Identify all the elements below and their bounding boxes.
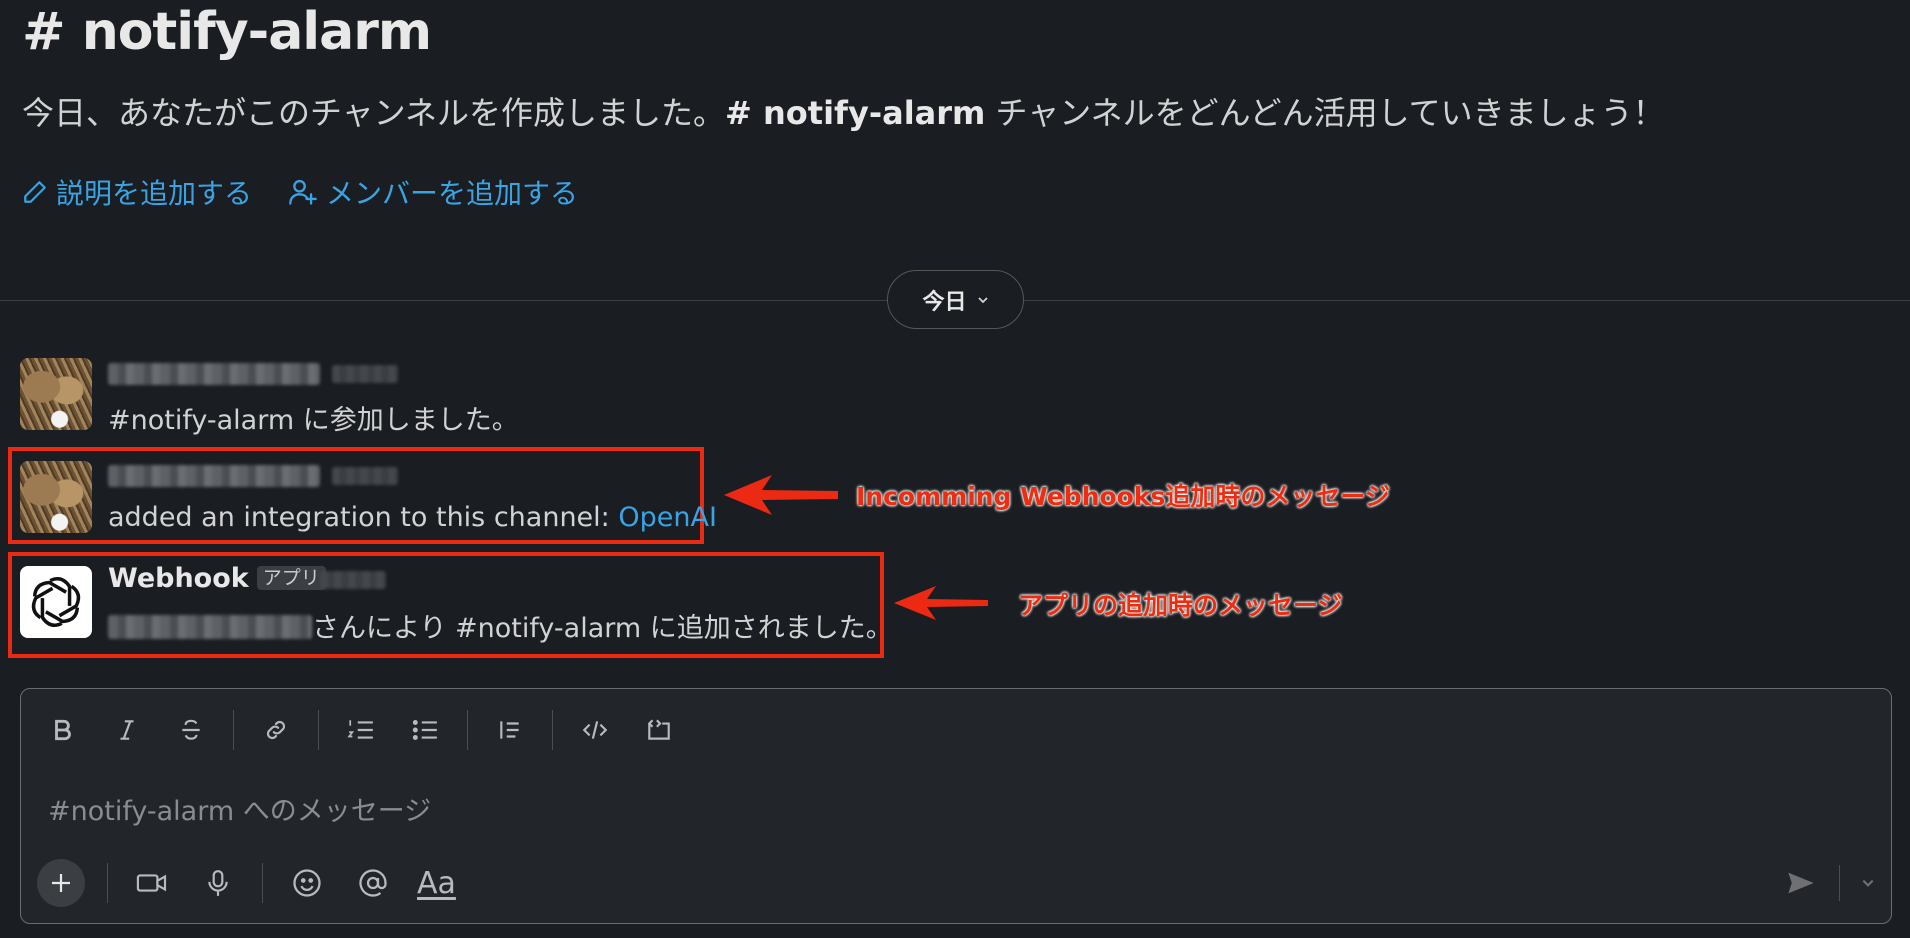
bold-icon[interactable] (41, 708, 85, 752)
channel-title: # notify-alarm (22, 2, 432, 62)
annotation-note-app: アプリの追加時のメッセージ (1018, 591, 1343, 620)
code-icon[interactable] (573, 708, 617, 752)
sender-name[interactable]: Webhook (108, 563, 249, 594)
message-input[interactable]: #notify-alarm へのメッセージ (48, 789, 431, 828)
attach-plus-button[interactable] (37, 859, 85, 907)
mention-icon[interactable] (351, 861, 395, 905)
date-label: 今日 (922, 289, 967, 315)
redacted-timestamp (332, 467, 398, 485)
integration-link[interactable]: OpenAI (618, 502, 717, 533)
link-icon[interactable] (254, 708, 298, 752)
text-format-label: Aa (417, 865, 456, 901)
annotation-note-webhook: Incomming Webhooks追加時のメッセージ (856, 482, 1390, 511)
redacted-sender-name (108, 363, 320, 385)
redacted-timestamp (320, 571, 386, 589)
intro-channel-mention: # notify-alarm (725, 94, 986, 132)
bullet-list-icon[interactable] (403, 708, 447, 752)
user-avatar[interactable] (20, 461, 92, 533)
add-members-label: メンバーを追加する (326, 177, 579, 210)
plus-icon (52, 874, 70, 892)
openai-logo-icon (31, 577, 81, 627)
toolbar-separator (233, 710, 234, 750)
toolbar-separator (107, 863, 108, 903)
annotation-arrow-webhook (724, 475, 838, 515)
message-text: さんにより #notify-alarm に追加されました。 (312, 613, 893, 644)
composer-actions: Aa (37, 859, 456, 907)
redacted-user-mention (108, 615, 312, 639)
emoji-icon[interactable] (285, 861, 329, 905)
send-icon[interactable] (1779, 861, 1823, 905)
redacted-timestamp (332, 365, 398, 383)
toolbar-separator (467, 710, 468, 750)
app-badge: アプリ (256, 566, 326, 590)
toolbar-separator (1839, 865, 1840, 901)
strikethrough-icon[interactable] (169, 708, 213, 752)
message-text-prefix: added an integration to this channel: (108, 502, 619, 533)
channel-intro: 今日、あなたがこのチャンネルを作成しました。# notify-alarm チャン… (22, 88, 1665, 134)
hash-symbol: # (22, 2, 66, 62)
date-jump-button[interactable]: 今日 (887, 270, 1024, 329)
intro-suffix: チャンネルをどんどん活用していきましょう！ (985, 94, 1665, 132)
openai-app-avatar[interactable] (20, 566, 92, 638)
microphone-icon[interactable] (196, 861, 240, 905)
annotation-arrow-app (894, 586, 988, 620)
intro-prefix: 今日、あなたがこのチャンネルを作成しました。 (22, 94, 726, 132)
send-controls (1779, 861, 1880, 905)
chevron-down-icon (977, 296, 988, 303)
text-format-button[interactable]: Aa (417, 861, 456, 905)
chevron-down-icon[interactable] (1856, 861, 1880, 905)
user-avatar[interactable] (20, 358, 92, 430)
ordered-list-icon[interactable] (339, 708, 383, 752)
message-text: added an integration to this channel: Op… (108, 502, 717, 533)
code-block-icon[interactable] (637, 708, 681, 752)
italic-icon[interactable] (105, 708, 149, 752)
message-composer: #notify-alarm へのメッセージ Aa (20, 688, 1892, 924)
add-description-label: 説明を追加する (56, 177, 253, 210)
toolbar-separator (318, 710, 319, 750)
video-clip-icon[interactable] (130, 861, 174, 905)
add-members-link[interactable]: メンバーを追加する (288, 172, 578, 212)
redacted-sender-name (108, 465, 320, 487)
add-person-icon (289, 179, 317, 205)
add-description-link[interactable]: 説明を追加する (22, 172, 252, 212)
blockquote-icon[interactable] (488, 708, 532, 752)
message-header: Webhook アプリ (108, 563, 326, 594)
channel-name: notify-alarm (81, 2, 432, 62)
toolbar-separator (262, 863, 263, 903)
pencil-icon (24, 181, 46, 203)
toolbar-separator (552, 710, 553, 750)
formatting-toolbar (41, 708, 681, 752)
message-text: #notify-alarm に参加しました。 (108, 405, 519, 436)
